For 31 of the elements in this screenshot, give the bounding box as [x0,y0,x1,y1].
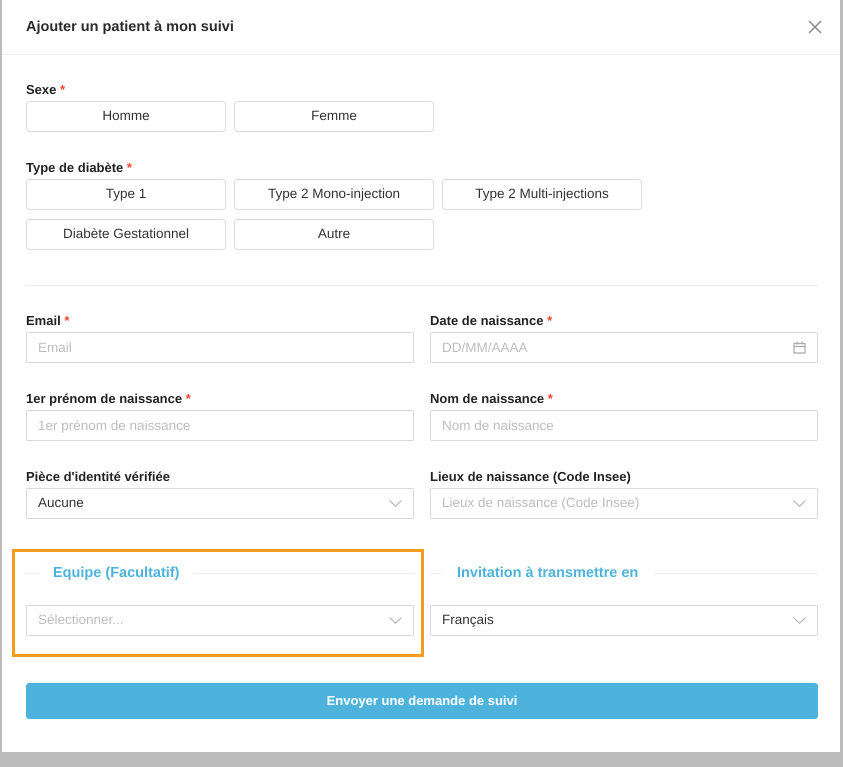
date-input[interactable]: DD/MM/AAAA [430,332,818,363]
toggle-button[interactable]: Homme [26,101,226,132]
text-input[interactable]: Email [26,332,414,363]
toggle-button[interactable]: Type 2 Mono-injection [234,179,434,210]
field-label: Sexe * [26,81,66,99]
modal-title: Ajouter un patient à mon suivi [26,18,234,37]
text-input[interactable]: Nom de naissance [430,410,818,441]
field-label: Type de diabète * [26,159,133,177]
field-label: 1er prénom de naissance * [26,390,192,408]
field-label: Email * [26,312,70,330]
select-field[interactable]: Français [430,605,818,636]
toggle-button[interactable]: Type 2 Multi-injections [442,179,642,210]
field-label: Pièce d'identité vérifiée [26,468,171,486]
section-title: Equipe (Facultatif) [53,564,180,583]
field-label: Nom de naissance * [430,390,554,408]
toggle-button[interactable]: Diabète Gestationnel [26,219,226,250]
toggle-button[interactable]: Type 1 [26,179,226,210]
chevron-down-icon [793,500,806,507]
toggle-button[interactable]: Femme [234,101,434,132]
toggle-button[interactable]: Autre [234,219,434,250]
text-input[interactable]: 1er prénom de naissance [26,410,414,441]
close-button[interactable] [808,20,822,34]
field-label: Lieux de naissance (Code Insee) [430,468,632,486]
close-icon [808,20,822,34]
section-title: Invitation à transmettre en [457,564,638,583]
chevron-down-icon [389,617,402,624]
select-field[interactable]: Aucune [26,488,414,519]
chevron-down-icon [793,617,806,624]
chevron-down-icon [389,500,402,507]
calendar-icon [793,341,806,354]
field-label: Date de naissance * [430,312,554,330]
